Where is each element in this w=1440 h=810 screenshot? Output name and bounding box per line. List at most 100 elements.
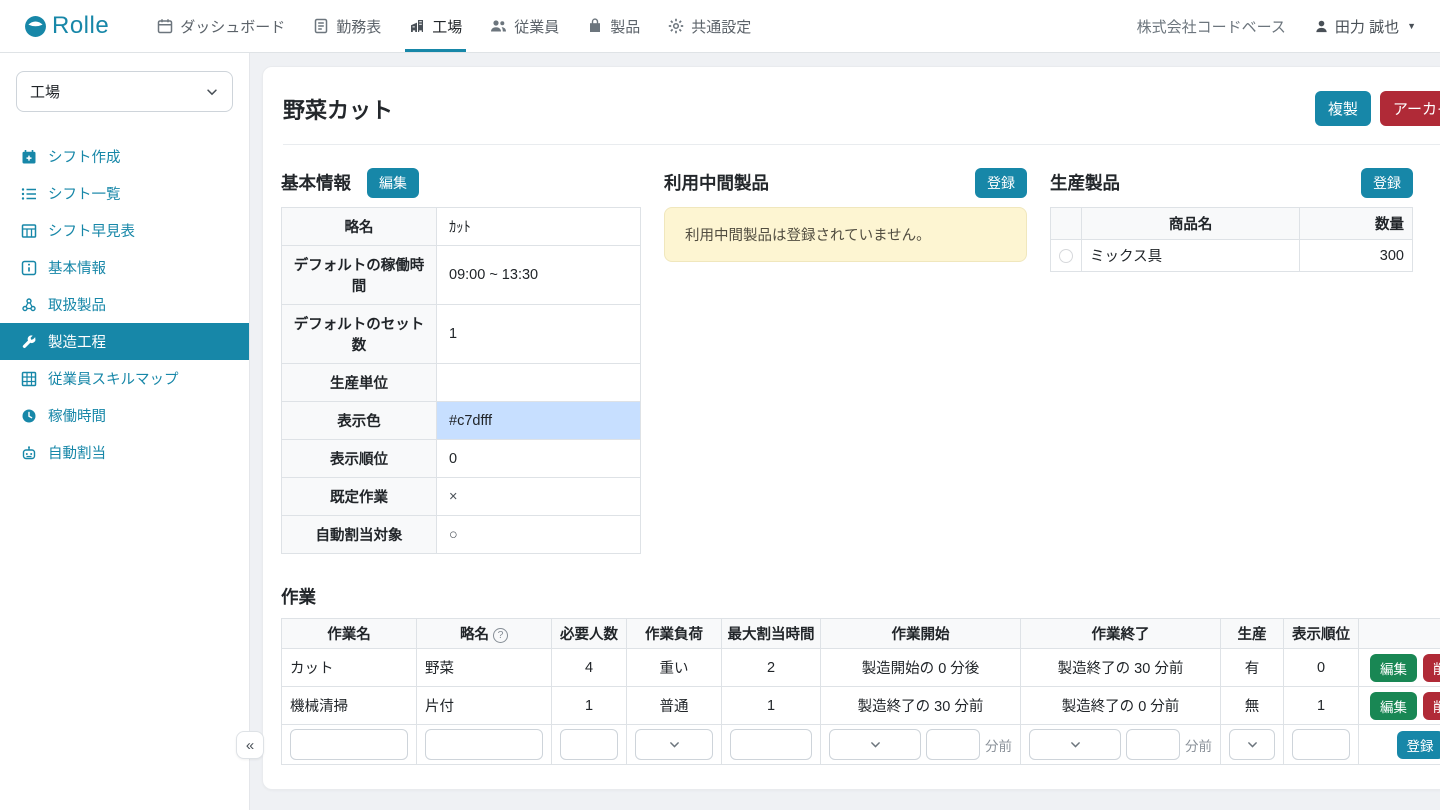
sidebar-collapse-button[interactable]: « — [236, 731, 264, 759]
new-task-max-input[interactable] — [730, 729, 812, 760]
new-task-name-input[interactable] — [290, 729, 408, 760]
app-logo[interactable]: Rolle — [24, 12, 109, 40]
intermediate-products-section: 利用中間製品 登録 利用中間製品は登録されていません。 — [664, 167, 1027, 554]
new-task-end-ref-select[interactable] — [1029, 729, 1121, 760]
sidebar-item-label: 従業員スキルマップ — [48, 368, 179, 389]
row-label: デフォルトのセット数 — [282, 305, 437, 364]
new-task-load-select[interactable] — [635, 729, 713, 760]
archive-button[interactable]: アーカイブ — [1380, 91, 1440, 126]
max-time-cell: 2 — [722, 649, 821, 687]
register-task-button[interactable]: 登録 — [1397, 731, 1440, 759]
logo-text: Rolle — [52, 12, 109, 40]
product-name-header: 商品名 — [1082, 208, 1300, 240]
sidebar-item-shift-table[interactable]: シフト早見表 — [0, 212, 249, 249]
new-task-start-ref-select[interactable] — [829, 729, 921, 760]
factory-selector-value: 工場 — [30, 81, 60, 102]
nav-employees[interactable]: 従業員 — [476, 0, 573, 52]
nav-products[interactable]: 製品 — [573, 0, 654, 52]
short-name-value: ｶｯﾄ — [437, 208, 641, 246]
task-short-cell: 野菜 — [417, 649, 552, 687]
sidebar-item-shift-list[interactable]: シフト一覧 — [0, 175, 249, 212]
sidebar-item-handled-products[interactable]: 取扱製品 — [0, 286, 249, 323]
table-header-row: 作業名 略名? 必要人数 作業負荷 最大割当時間 作業開始 作業終了 生産 表示… — [282, 619, 1440, 649]
new-task-end-minutes-input[interactable] — [1126, 729, 1180, 760]
sidebar-item-manufacturing-process[interactable]: 製造工程 — [0, 323, 249, 360]
sidebar-item-label: 基本情報 — [48, 257, 106, 278]
products-heading: 生産製品 — [1050, 170, 1120, 195]
table-row: 自動割当対象 ○ — [282, 516, 641, 554]
order-cell: 0 — [1284, 649, 1359, 687]
nav-label: 工場 — [432, 16, 462, 37]
table-row: 略名 ｶｯﾄ — [282, 208, 641, 246]
delete-task-button[interactable]: 削除 — [1423, 692, 1440, 720]
sidebar: 工場 シフト作成 シフト一覧 シフト早見表 — [0, 53, 250, 810]
sidebar-item-label: 取扱製品 — [48, 294, 106, 315]
help-icon[interactable]: ? — [493, 628, 508, 643]
robot-icon — [20, 445, 37, 461]
end-cell: 製造終了の 30 分前 — [1021, 649, 1221, 687]
table-row: 表示色 #c7dfff — [282, 402, 641, 440]
sidebar-item-operating-hours[interactable]: 稼働時間 — [0, 397, 249, 434]
sidebar-item-shift-create[interactable]: シフト作成 — [0, 138, 249, 175]
edit-task-button[interactable]: 編集 — [1370, 654, 1417, 682]
new-task-order-input[interactable] — [1292, 729, 1350, 760]
delete-task-button[interactable]: 削除 — [1423, 654, 1440, 682]
selector-column-header — [1051, 208, 1082, 240]
actions-cell: 編集削除 — [1359, 649, 1440, 687]
nav-settings[interactable]: 共通設定 — [654, 0, 765, 52]
nav-label: 製品 — [610, 16, 640, 37]
sidebar-item-auto-assign[interactable]: 自動割当 — [0, 434, 249, 471]
new-task-people-input[interactable] — [560, 729, 618, 760]
circle-marker-icon — [1059, 249, 1073, 263]
company-name: 株式会社コードベース — [1137, 16, 1286, 37]
basic-info-table: 略名 ｶｯﾄ デフォルトの稼働時間 09:00 ~ 13:30 デフォルトのセッ… — [281, 207, 641, 554]
product-selector-cell[interactable] — [1051, 240, 1082, 272]
default-sets-value: 1 — [437, 305, 641, 364]
user-menu[interactable]: 田力 誠也 ▼ — [1314, 16, 1416, 37]
table-icon — [20, 223, 37, 239]
nav-label: 勤務表 — [336, 16, 381, 37]
nav-dashboard[interactable]: ダッシュボード — [143, 0, 299, 52]
row-label: 生産単位 — [282, 364, 437, 402]
duplicate-button[interactable]: 複製 — [1315, 91, 1371, 126]
edit-basic-info-button[interactable]: 編集 — [367, 168, 419, 198]
person-icon — [1314, 19, 1329, 34]
table-row: 生産単位 — [282, 364, 641, 402]
nav-label: 従業員 — [514, 16, 559, 37]
new-task-produce-select[interactable] — [1229, 729, 1275, 760]
chevron-down-icon — [205, 85, 219, 99]
tasks-heading: 作業 — [281, 584, 1440, 609]
row-label: 表示色 — [282, 402, 437, 440]
page-actions: 複製 アーカイブ — [1315, 91, 1440, 126]
process-detail-card: 野菜カット 複製 アーカイブ 基本情報 編集 — [262, 66, 1440, 790]
new-task-short-input[interactable] — [425, 729, 543, 760]
list-icon — [20, 186, 37, 202]
factory-selector[interactable]: 工場 — [16, 71, 233, 112]
table-row: デフォルトの稼働時間 09:00 ~ 13:30 — [282, 246, 641, 305]
register-product-button[interactable]: 登録 — [1361, 168, 1413, 198]
basic-info-section: 基本情報 編集 略名 ｶｯﾄ デフォルトの稼働時間 09:00 — [281, 167, 641, 554]
sidebar-item-skill-map[interactable]: 従業員スキルマップ — [0, 360, 249, 397]
edit-task-button[interactable]: 編集 — [1370, 692, 1417, 720]
end-cell: 製造終了の 0 分前 — [1021, 687, 1221, 725]
table-row: カット 野菜 4 重い 2 製造開始の 0 分後 製造終了の 30 分前 有 0… — [282, 649, 1440, 687]
nav-factory[interactable]: 工場 — [395, 0, 476, 52]
nav-timesheet[interactable]: 勤務表 — [299, 0, 395, 52]
register-intermediate-button[interactable]: 登録 — [975, 168, 1027, 198]
produce-cell: 無 — [1221, 687, 1284, 725]
sidebar-item-label: シフト早見表 — [48, 220, 135, 241]
products-bag-icon — [587, 18, 603, 34]
sidebar-item-basic-info[interactable]: 基本情報 — [0, 249, 249, 286]
double-chevron-left-icon: « — [246, 737, 254, 754]
new-task-start-minutes-input[interactable] — [926, 729, 980, 760]
page-title: 野菜カット — [283, 93, 393, 125]
max-time-cell: 1 — [722, 687, 821, 725]
page-header: 野菜カット 複製 アーカイブ — [281, 85, 1440, 144]
people-header: 必要人数 — [552, 619, 627, 649]
row-label: デフォルトの稼働時間 — [282, 246, 437, 305]
employees-people-icon — [490, 18, 507, 34]
load-header: 作業負荷 — [627, 619, 722, 649]
new-task-row: 分前 分前 — [282, 725, 1440, 765]
sidebar-item-label: 製造工程 — [48, 331, 106, 352]
product-name-cell: ミックス具 — [1082, 240, 1300, 272]
